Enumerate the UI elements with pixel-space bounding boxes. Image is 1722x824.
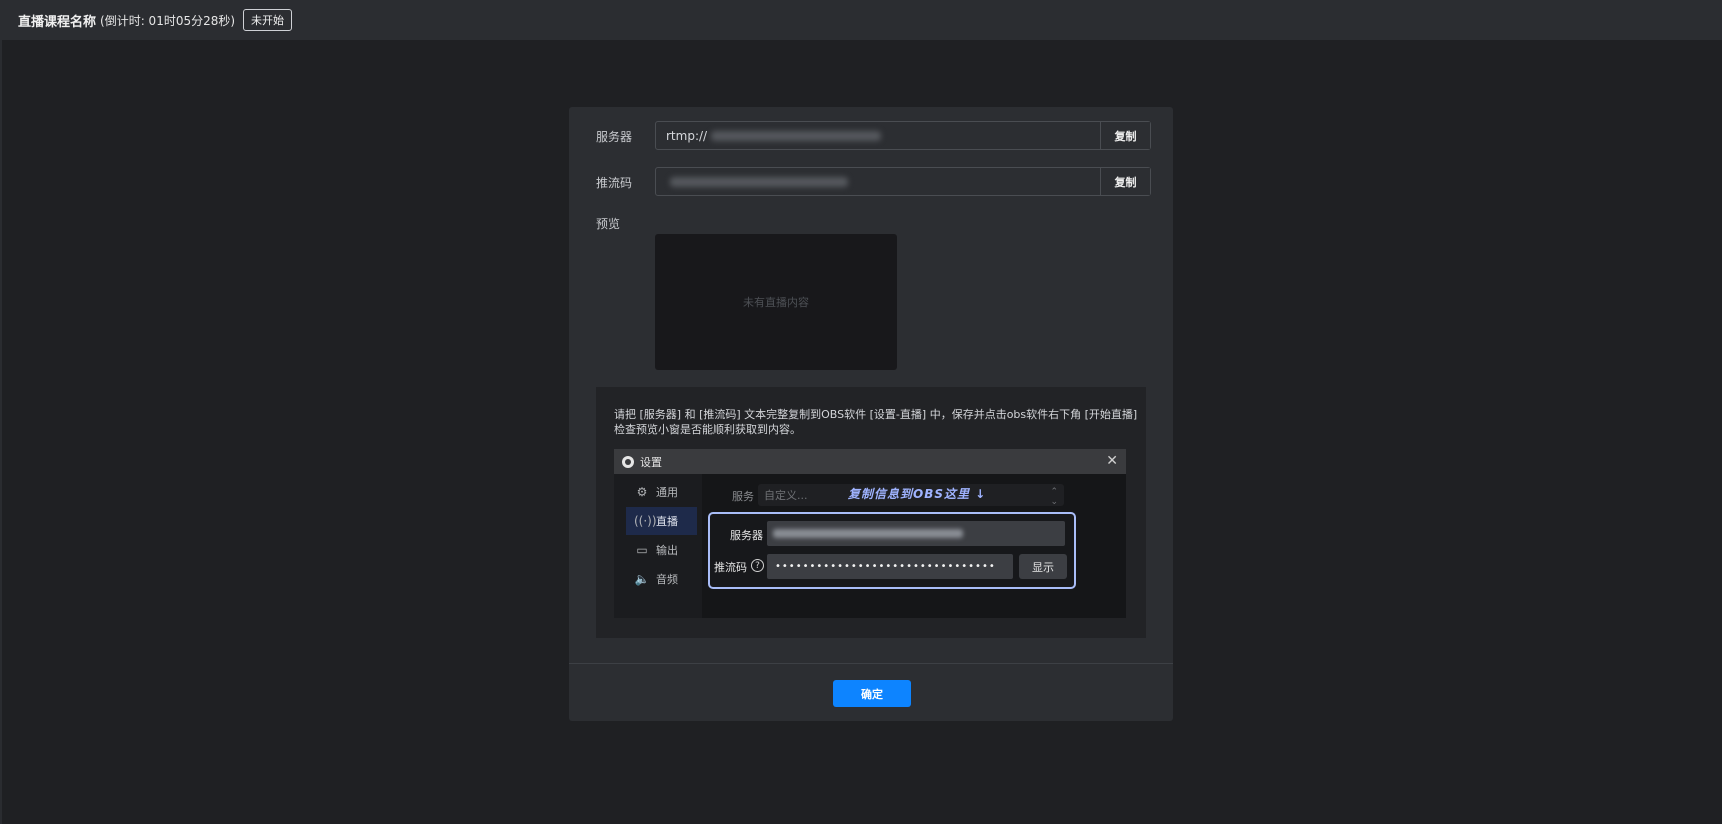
- close-icon: ✕: [1106, 453, 1118, 469]
- obs-logo-icon: [622, 455, 634, 468]
- obs-highlight-box: 服务器 推流码 ? ••••••••••••••••••••••••••••••…: [708, 512, 1076, 589]
- obs-sidebar: ⚙ 通用 ((·)) 直播 ▭ 输出 🔈 音频: [614, 474, 702, 618]
- obs-server-redacted: [773, 529, 963, 538]
- antenna-icon: ((·)): [634, 514, 657, 528]
- server-value-text: rtmp://: [666, 128, 708, 143]
- stream-key-label: 推流码: [596, 176, 633, 190]
- obs-server-input: [767, 521, 1065, 546]
- obs-sidebar-label: 通用: [656, 486, 678, 499]
- stream-key-field: 复制: [655, 167, 1151, 196]
- obs-sidebar-item-output: ▭ 输出: [626, 536, 697, 564]
- top-bar: 直播课程名称 (倒计时: 01时05分28秒) 未开始: [0, 0, 1722, 40]
- status-badge: 未开始: [243, 9, 293, 31]
- obs-sidebar-label: 输出: [656, 544, 678, 557]
- obs-sidebar-item-stream: ((·)) 直播: [626, 507, 697, 535]
- server-input[interactable]: rtmp://: [656, 122, 1100, 149]
- obs-guide-panel: 请把 [服务器] 和 [推流码] 文本完整复制到OBS软件 [设置-直播] 中，…: [596, 387, 1146, 638]
- server-label: 服务器: [596, 130, 633, 144]
- copy-server-button[interactable]: 复制: [1100, 122, 1150, 149]
- stream-settings-dialog: 服务器 rtmp:// 复制 推流码 复制 预览 未有直播内容 请把 [服务器]…: [569, 107, 1173, 721]
- obs-stream-key-input: ••••••••••••••••••••••••••••••••: [767, 554, 1013, 579]
- obs-sidebar-label: 音频: [656, 573, 678, 586]
- left-edge-divider: [0, 40, 2, 824]
- confirm-button[interactable]: 确定: [833, 680, 911, 707]
- server-field: rtmp:// 复制: [655, 121, 1151, 150]
- help-icon: ?: [751, 559, 764, 572]
- copy-stream-key-button[interactable]: 复制: [1100, 168, 1150, 195]
- obs-sidebar-label: 直播: [656, 515, 678, 528]
- chevron-updown-icon: ⌃ ⌄: [1050, 487, 1058, 507]
- countdown-text: (倒计时: 01时05分28秒): [100, 13, 236, 28]
- stream-key-redacted: [670, 176, 848, 187]
- obs-stream-key-label: 推流码: [714, 561, 747, 574]
- obs-window-titlebar: 设置 ✕: [614, 449, 1126, 474]
- guide-text-line1: 请把 [服务器] 和 [推流码] 文本完整复制到OBS软件 [设置-直播] 中，…: [614, 408, 1138, 421]
- obs-service-value: 自定义...: [764, 489, 808, 502]
- obs-sidebar-item-general: ⚙ 通用: [626, 478, 697, 506]
- footer-divider: [569, 663, 1173, 664]
- obs-server-label: 服务器: [730, 529, 763, 542]
- gear-icon: ⚙: [636, 485, 648, 499]
- obs-sidebar-item-audio: 🔈 音频: [626, 565, 697, 593]
- obs-hint-text: 复制信息到OBS这里 ↓: [848, 487, 987, 501]
- guide-text-line2: 检查预览小窗是否能顺利获取到内容。: [614, 423, 801, 436]
- obs-show-button: 显示: [1019, 554, 1067, 579]
- preview-empty-text: 未有直播内容: [743, 296, 809, 309]
- obs-main-panel: 服务 自定义... ⌃ ⌄ 复制信息到OBS这里 ↓ 服务器 推流码 ? ••••…: [702, 474, 1126, 618]
- obs-window-title: 设置: [640, 455, 662, 469]
- server-redacted: [711, 130, 882, 141]
- obs-service-label: 服务: [732, 490, 754, 503]
- course-title: 直播课程名称: [18, 14, 97, 30]
- stream-key-input[interactable]: [656, 168, 1100, 195]
- speaker-icon: 🔈: [634, 572, 650, 586]
- obs-settings-screenshot: 设置 ✕ ⚙ 通用 ((·)) 直播 ▭ 输出 🔈 音频 服务 自定义... ⌃…: [614, 449, 1126, 618]
- preview-window: 未有直播内容: [655, 234, 897, 370]
- monitor-icon: ▭: [636, 543, 648, 557]
- preview-label: 预览: [596, 217, 621, 231]
